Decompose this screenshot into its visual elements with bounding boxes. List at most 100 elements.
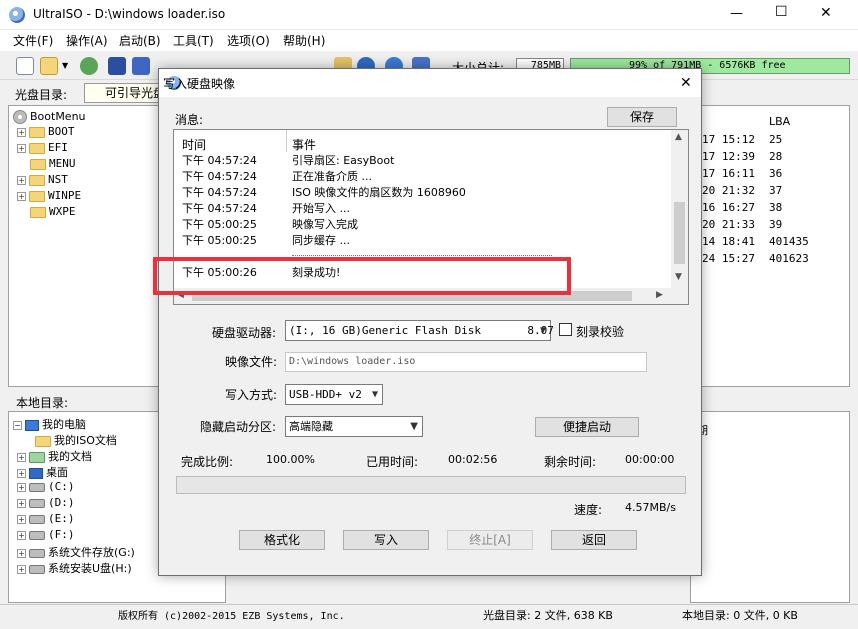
list-row[interactable]: 17 16:11 36 [702,167,782,183]
menu-bar: 文件(F) 操作(A) 启动(B) 工具(T) 选项(O) 帮助(H) [0,30,858,51]
list-time: 17 15:12 [702,133,755,146]
hide-partition-select[interactable]: 高端隐藏 ▼ [285,416,423,437]
tree-item-drive-h[interactable]: + 系统安装U盘(H:) [17,560,132,576]
menu-file[interactable]: 文件(F) [13,32,53,49]
collapse-icon[interactable]: − [13,420,22,430]
image-file-field[interactable]: D:\windows loader.iso [285,352,647,372]
quick-boot-button[interactable]: 便捷启动 [535,417,639,437]
speed-value: 4.57MB/s [625,501,676,514]
list-row[interactable]: 20 21:32 37 [702,184,782,200]
tree-item-drive-f[interactable]: + (F:) [17,528,75,544]
tree-item-boot[interactable]: + BOOT [17,125,75,141]
open-dropdown-icon[interactable]: ▼ [62,61,68,70]
write-mode-select[interactable]: USB-HDD+ v2 ▼ [285,384,383,405]
expand-icon[interactable]: + [17,175,26,185]
drive-icon [29,498,45,508]
expand-icon[interactable]: + [17,530,26,540]
tree-item-wxpe[interactable]: WXPE [30,205,76,221]
expand-icon[interactable]: + [17,482,26,492]
scroll-down-icon[interactable]: ▼ [675,272,682,282]
log-header-event[interactable]: 事件 [292,136,316,153]
list-row[interactable]: 20 21:33 39 [702,218,782,234]
local-file-list: 期 [690,411,850,603]
tree-item-drive-c[interactable]: + (C:) [17,480,75,496]
log-vertical-scrollbar[interactable]: ▲ ▼ [671,130,688,288]
menu-action[interactable]: 操作(A) [66,32,108,49]
list-row[interactable]: 14 18:41 401435 [702,235,809,251]
tree-item-efi[interactable]: + EFI [17,141,68,157]
maximize-button[interactable]: ☐ [775,4,788,20]
expand-icon[interactable]: + [17,127,26,137]
tree-item-drive-e[interactable]: + (E:) [17,512,75,528]
window-title: UltraISO - D:\windows loader.iso [33,7,226,21]
expand-icon[interactable]: + [17,468,26,478]
expand-icon[interactable]: + [17,498,26,508]
remain-label: 剩余时间: [544,455,597,469]
menu-boot[interactable]: 启动(B) [119,32,161,49]
log-header-time[interactable]: 时间 [182,136,206,153]
log-row[interactable]: 下午 04:57:24 ISO 映像文件的扇区数为 1608960 [182,184,466,200]
list-lba: 25 [769,133,783,146]
expand-icon[interactable]: + [17,143,26,153]
extract-icon[interactable] [80,57,98,75]
tree-item-nst[interactable]: + NST [17,173,68,189]
list-row[interactable]: 16 16:27 38 [702,201,782,217]
close-button[interactable]: ✕ [820,5,832,21]
tree-item-drive-d[interactable]: + (D:) [17,496,75,512]
save-as-icon[interactable] [132,57,150,75]
expand-icon[interactable]: + [17,191,26,201]
column-header-lba[interactable]: LBA [769,115,790,128]
tree-item-desktop[interactable]: + 桌面 [17,464,68,480]
highlight-box [153,257,571,295]
verify-checkbox[interactable] [559,323,572,336]
tree-label: BOOT [48,125,75,138]
scroll-right-icon[interactable]: ▶ [656,290,663,300]
tree-item-menu[interactable]: MENU [30,157,76,173]
progress-label: 完成比例: [181,455,234,469]
dialog-close-button[interactable]: ✕ [680,75,692,91]
minimize-button[interactable]: — [730,6,743,21]
tree-item-bootmenu[interactable]: BootMenu [13,110,86,126]
tree-item-my-computer[interactable]: − 我的电脑 [13,416,86,432]
list-row[interactable]: 17 15:12 25 [702,133,782,149]
menu-help[interactable]: 帮助(H) [283,32,325,49]
save-button[interactable]: 保存 [607,107,677,127]
tree-label: 我的ISO文档 [54,434,117,447]
format-button[interactable]: 格式化 [239,530,325,550]
log-row[interactable]: 下午 04:57:24 正在准备介质 ... [182,168,372,184]
menu-tools[interactable]: 工具(T) [173,32,214,49]
list-time: 20 21:32 [702,184,755,197]
list-row[interactable]: 24 15:27 401623 [702,252,809,268]
cd-directory-field[interactable]: 可引导光盘 [84,83,164,103]
log-row[interactable]: 下午 05:00:25 同步缓存 ... [182,232,350,248]
log-row[interactable]: 下午 05:00:25 映像写入完成 [182,216,358,232]
verify-label[interactable]: 刻录校验 [576,323,624,340]
drive-select[interactable]: (I:, 16 GB)Generic Flash Disk 8.07 ▼ [285,320,554,341]
menu-options[interactable]: 选项(O) [227,32,270,49]
expand-icon[interactable]: + [17,452,26,462]
tree-item-my-iso[interactable]: 我的ISO文档 [35,432,117,448]
list-row[interactable]: 17 12:39 28 [702,150,782,166]
write-button[interactable]: 写入 [343,530,429,550]
scroll-thumb[interactable] [674,202,685,264]
list-lba: 401623 [769,252,809,265]
folder-icon [30,206,46,218]
message-label: 消息: [175,113,204,127]
expand-icon[interactable]: + [17,514,26,524]
scroll-up-icon[interactable]: ▲ [675,132,682,142]
tree-item-drive-g[interactable]: + 系统文件存放(G:) [17,544,135,560]
expand-icon[interactable]: + [17,564,26,574]
tree-item-my-documents[interactable]: + 我的文档 [17,448,92,464]
expand-icon[interactable]: + [17,548,26,558]
new-file-icon[interactable] [16,57,34,75]
folder-icon [29,142,45,154]
tree-item-winpe[interactable]: + WINPE [17,189,81,205]
image-file-label: 映像文件: [225,355,278,369]
back-button[interactable]: 返回 [551,530,637,550]
log-row[interactable]: 下午 04:57:24 开始写入 ... [182,200,350,216]
tree-label: (E:) [48,512,75,525]
log-row[interactable]: 下午 04:57:24 引导扇区: EasyBoot [182,152,394,168]
save-icon[interactable] [108,57,126,75]
open-folder-icon[interactable] [40,57,58,75]
log-time: 下午 04:57:24 [182,186,257,199]
